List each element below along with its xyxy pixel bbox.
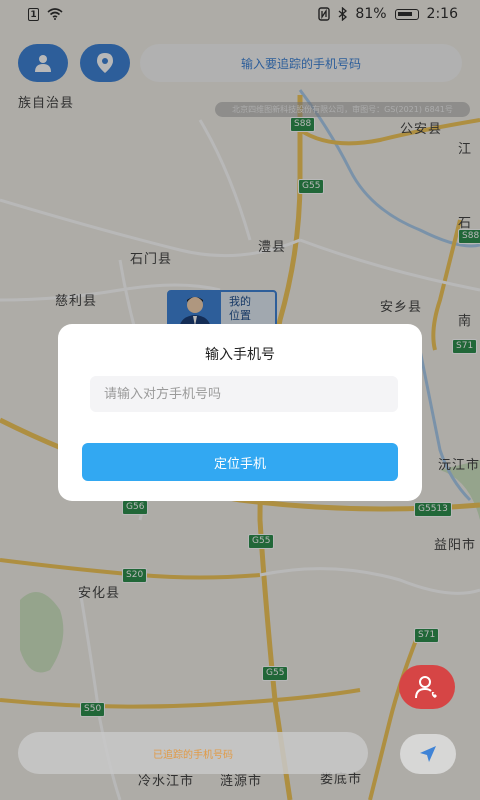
wifi-icon: [47, 8, 63, 20]
navigation-arrow-icon: [420, 746, 436, 762]
clock: 2:16: [426, 6, 458, 22]
battery-icon: [394, 8, 419, 20]
phone-contact-icon: [415, 676, 437, 699]
dialog-title: 输入手机号: [205, 347, 275, 363]
tracked-numbers-label: 已追踪的手机号码: [153, 749, 233, 761]
bluetooth-icon: [338, 7, 348, 21]
phone-number-input[interactable]: [90, 376, 398, 412]
battery-percent: 81%: [355, 6, 387, 22]
contact-button[interactable]: [399, 665, 455, 709]
status-bar: 1 81% 2:16: [0, 0, 480, 28]
tracked-numbers-bar[interactable]: 已追踪的手机号码: [18, 732, 368, 774]
locate-phone-button[interactable]: 定位手机: [82, 443, 398, 481]
sim-icon: 1: [28, 7, 39, 21]
navigate-button[interactable]: [400, 734, 456, 774]
nfc-icon: [318, 7, 331, 21]
phone-input-dialog: 输入手机号 定位手机: [58, 324, 422, 501]
